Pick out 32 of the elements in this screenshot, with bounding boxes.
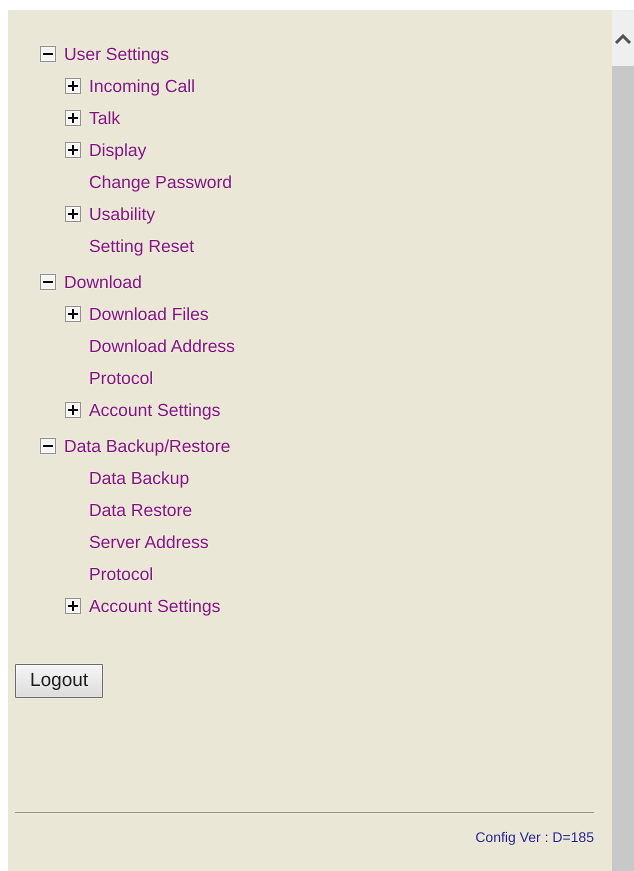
tree-link[interactable]: Download Files [89,304,209,324]
expand-icon[interactable] [65,206,82,222]
tree-link[interactable]: Change Password [89,172,232,192]
tree-link[interactable]: Incoming Call [89,76,196,96]
expand-icon[interactable] [65,402,82,418]
collapse-icon[interactable] [40,46,57,62]
tree-link[interactable]: Protocol [89,564,154,584]
tree-link[interactable]: Display [89,140,146,160]
tree-link[interactable]: Data Backup [89,468,190,488]
tree-link[interactable]: Data Backup/Restore [64,436,230,456]
tree-link[interactable]: Data Restore [89,500,192,520]
expand-icon[interactable] [65,306,82,322]
expand-icon[interactable] [65,110,82,126]
tree-link[interactable]: Server Address [89,532,209,552]
tree-link[interactable]: User Settings [64,44,170,64]
tree-link[interactable]: Account Settings [89,400,220,420]
tree-link[interactable]: Setting Reset [89,236,194,256]
expand-icon[interactable] [65,78,82,94]
config-version: Config Ver : D=185 [475,829,594,845]
scroll-up-icon[interactable] [615,34,631,44]
tree-link[interactable]: Download [64,272,142,292]
expand-icon[interactable] [65,598,82,614]
logout-button[interactable]: Logout [15,664,104,698]
collapse-icon[interactable] [40,438,57,454]
tree-link[interactable]: Talk [89,108,120,128]
tree-link[interactable]: Protocol [89,368,154,388]
tree-link[interactable]: Account Settings [89,596,220,616]
expand-icon[interactable] [65,142,82,158]
scrollbar-thumb[interactable] [612,66,634,871]
tree-link[interactable]: Download Address [89,336,235,356]
tree-link[interactable]: Usability [89,204,156,224]
collapse-icon[interactable] [40,274,57,290]
